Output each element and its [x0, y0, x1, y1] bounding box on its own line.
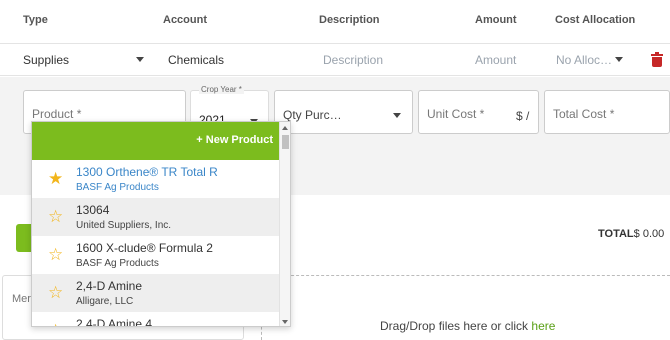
- scroll-thumb[interactable]: [282, 135, 289, 149]
- product-supplier: BASF Ag Products: [76, 258, 159, 269]
- product-supplier: BASF Ag Products: [76, 182, 159, 193]
- scroll-up-icon[interactable]: [282, 126, 288, 130]
- amount-input[interactable]: Amount: [475, 53, 516, 67]
- product-option[interactable]: ☆ 2,4-D Amine Alligare, LLC: [32, 274, 281, 312]
- product-option[interactable]: ☆ 2,4-D Amine 4: [32, 312, 281, 327]
- scroll-down-icon[interactable]: [282, 320, 288, 324]
- product-supplier: United Suppliers, Inc.: [76, 220, 172, 231]
- col-amount: Amount: [475, 14, 517, 26]
- total-display: TOTAL$ 0.00: [598, 228, 664, 240]
- col-type: Type: [23, 14, 48, 26]
- new-product-label: + New Product: [196, 134, 273, 146]
- expense-form: Type Account Description Amount Cost All…: [0, 0, 670, 340]
- unit-cost-placeholder: Unit Cost *: [427, 107, 485, 121]
- file-drop-zone[interactable]: Drag/Drop files here or click here: [261, 275, 670, 340]
- product-option[interactable]: ☆ 13064 United Suppliers, Inc.: [32, 198, 281, 236]
- star-outline-icon[interactable]: ☆: [48, 284, 63, 301]
- total-value: $ 0.00: [633, 228, 665, 240]
- col-account: Account: [163, 14, 207, 26]
- star-filled-icon[interactable]: ★: [48, 170, 63, 187]
- unit-cost-input[interactable]: Unit Cost * $ /: [418, 90, 539, 134]
- chevron-down-icon[interactable]: [136, 57, 144, 62]
- product-name: 1600 X-clude® Formula 2: [76, 241, 213, 255]
- product-name: 1300 Orthene® TR Total R: [76, 165, 218, 179]
- product-dropdown: + New Product ★ 1300 Orthene® TR Total R…: [31, 121, 291, 327]
- new-product-button[interactable]: + New Product: [32, 122, 281, 160]
- description-input[interactable]: Description: [323, 53, 383, 67]
- product-option[interactable]: ☆ 1600 X-clude® Formula 2 BASF Ag Produc…: [32, 236, 281, 274]
- total-label: TOTAL: [598, 228, 634, 240]
- crop-year-label: Crop Year *: [199, 85, 244, 94]
- dropdown-scrollbar[interactable]: [279, 122, 290, 326]
- product-name: 2,4-D Amine 4: [76, 317, 153, 327]
- chevron-down-icon: [393, 113, 401, 118]
- type-select[interactable]: Supplies: [23, 53, 69, 67]
- qty-purchased-input[interactable]: Qty Purc…: [274, 90, 413, 134]
- drop-text: Drag/Drop files here or click: [380, 319, 532, 333]
- product-supplier: Alligare, LLC: [76, 296, 134, 307]
- total-cost-placeholder: Total Cost *: [553, 107, 615, 121]
- star-outline-icon[interactable]: ☆: [48, 246, 63, 263]
- col-cost-allocation: Cost Allocation: [555, 14, 636, 26]
- qty-placeholder: Qty Purc…: [283, 108, 342, 122]
- drop-zone-text: Drag/Drop files here or click here: [380, 319, 555, 333]
- col-description: Description: [319, 14, 380, 26]
- account-select[interactable]: Chemicals: [168, 53, 224, 67]
- upload-link[interactable]: here: [531, 319, 555, 333]
- line-items-header: Type Account Description Amount Cost All…: [0, 0, 670, 44]
- product-placeholder: Product *: [32, 107, 82, 121]
- product-option[interactable]: ★ 1300 Orthene® TR Total R BASF Ag Produ…: [32, 160, 281, 198]
- chevron-down-icon[interactable]: [615, 57, 623, 62]
- star-outline-icon[interactable]: ☆: [48, 322, 63, 326]
- product-name: 2,4-D Amine: [76, 279, 143, 293]
- delete-line-icon[interactable]: [651, 52, 663, 67]
- cost-allocation-select[interactable]: No Alloc…: [556, 53, 612, 67]
- star-outline-icon[interactable]: ☆: [48, 208, 63, 225]
- product-name: 13064: [76, 203, 110, 217]
- memo-placeholder: Mer: [12, 293, 31, 305]
- unit-suffix: $ /: [516, 109, 530, 123]
- line-item-row: Supplies Chemicals Description Amount No…: [0, 44, 670, 76]
- total-cost-input[interactable]: Total Cost *: [544, 90, 670, 134]
